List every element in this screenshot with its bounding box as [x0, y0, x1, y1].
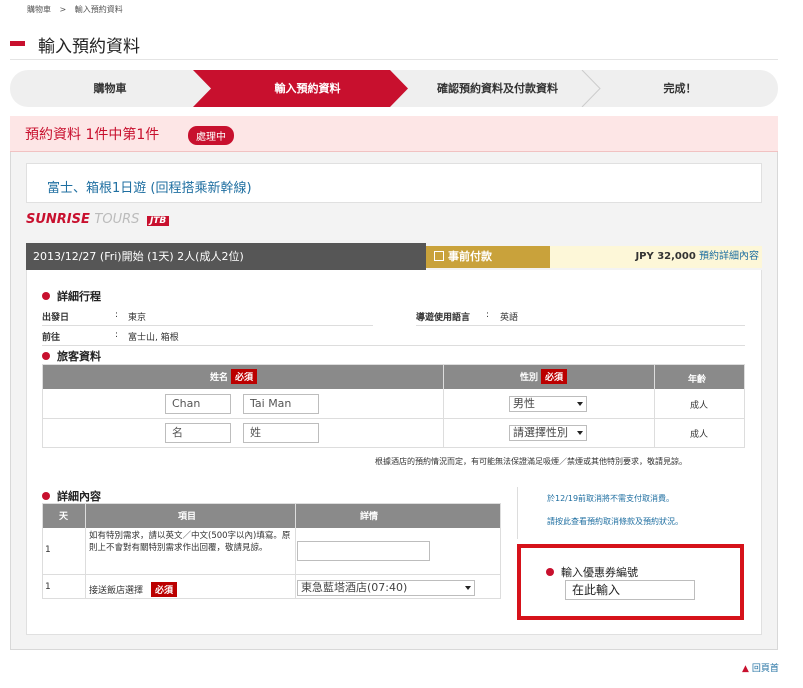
breadcrumb-current: 輸入預約資料	[74, 5, 123, 14]
step-confirm-payment: 確認預約資料及付款資料	[437, 82, 558, 95]
title-marker	[10, 41, 25, 46]
breadcrumb: 購物車 > 輸入預約資料	[27, 4, 129, 15]
hotel-request-note: 根據酒店的預約情況而定，有可能無法保證滿足吸煙／禁煙或其他特別要求，敬請見諒。	[375, 457, 687, 466]
step-cart: 購物車	[93, 82, 127, 95]
depart-label: 出發日	[42, 313, 70, 323]
row-divider	[43, 418, 744, 419]
column-divider	[295, 504, 296, 598]
guide-language-value: 英語	[500, 313, 519, 323]
col-age: 年齡	[688, 375, 707, 385]
col-name-label: 姓名	[210, 373, 229, 383]
destination-label: 前往	[42, 333, 61, 343]
payment-icon	[434, 251, 444, 261]
pickup-hotel-select-value: 東急藍塔酒店(07:40)	[301, 581, 408, 594]
col-gender: 性別 必須	[520, 369, 568, 384]
age-1: 成人	[690, 401, 709, 411]
logo-text-jtb: JTB	[146, 216, 170, 226]
cancellation-note: 於12/19前取消將不需支付取消費。	[547, 494, 675, 503]
guide-language-label: 導遊使用語言	[416, 313, 471, 323]
back-to-top-text: 回頁首	[751, 664, 779, 674]
itinerary-heading-text: 詳細行程	[57, 290, 101, 303]
depart-colon: :	[115, 310, 119, 320]
bullet-icon	[546, 568, 554, 576]
pickup-hotel-label: 接送飯店選擇 必須	[89, 582, 178, 597]
column-divider	[443, 365, 444, 447]
detail-day-1: 1	[45, 545, 51, 555]
details-heading-text: 詳細內容	[57, 490, 101, 503]
pickup-hotel-select[interactable]: 東急藍塔酒店(07:40)	[297, 580, 475, 596]
status-badge: 處理中	[188, 126, 234, 145]
dropdown-arrow-icon	[577, 402, 583, 406]
dropdown-arrow-icon	[465, 586, 471, 590]
logo-text-sunrise: SUNRISE	[26, 212, 90, 227]
guide-colon: :	[486, 310, 490, 320]
first-name-input-2[interactable]: 名	[165, 423, 231, 443]
first-name-input-1[interactable]: Chan	[165, 394, 231, 414]
col-day: 天	[59, 512, 69, 522]
required-badge: 必須	[231, 369, 258, 384]
pickup-hotel-label-text: 接送飯店選擇	[89, 586, 144, 596]
gender-select-1-value: 男性	[513, 397, 535, 410]
age-2: 成人	[690, 430, 709, 440]
payment-type: 事前付款	[426, 246, 550, 268]
gender-select-2[interactable]: 請選擇性別	[509, 425, 587, 441]
reservation-detail-link[interactable]: 預約詳細內容	[699, 251, 759, 262]
special-request-label: 如有特別需求，請以英文／中文(500字以內)填寫。原則上不會對有關特別需求作出回…	[89, 531, 291, 553]
destination-colon: :	[115, 330, 119, 340]
row-divider	[43, 574, 500, 575]
col-detail: 詳情	[360, 512, 379, 522]
up-arrow-icon: ▲	[742, 664, 749, 674]
gender-select-2-value: 請選擇性別	[513, 426, 568, 439]
col-name: 姓名 必須	[210, 369, 258, 384]
travelers-heading-text: 旅客資料	[57, 350, 101, 363]
reservation-title: 預約資料 1件中第1件	[25, 127, 160, 143]
payment-type-label: 事前付款	[448, 250, 492, 263]
booking-summary: 2013/12/27 (Fri)開始 (1天) 2人(成人2位)	[26, 243, 426, 270]
column-divider	[654, 365, 655, 447]
breadcrumb-link-cart[interactable]: 購物車	[27, 5, 51, 14]
col-item: 項目	[178, 512, 197, 522]
breadcrumb-separator: >	[59, 5, 67, 14]
tour-name: 富士、箱根1日遊 (回程搭乘新幹線)	[47, 181, 252, 196]
required-badge: 必須	[151, 582, 178, 597]
cancellation-terms-link[interactable]: 請按此查看預約取消條款及預約狀況。	[547, 516, 683, 527]
coupon-label: 輸入優惠券編號	[546, 564, 638, 580]
last-name-input-1[interactable]: Tai Man	[243, 394, 319, 414]
travelers-table-header	[43, 365, 744, 389]
dropdown-arrow-icon	[577, 431, 583, 435]
page-title: 輸入預約資料	[38, 37, 140, 57]
detail-day-2: 1	[45, 582, 51, 592]
destination-value: 富士山, 箱根	[128, 333, 179, 343]
required-badge: 必須	[541, 369, 568, 384]
details-table-header	[43, 504, 500, 528]
travelers-table	[42, 364, 745, 448]
divider	[42, 345, 745, 346]
divider	[42, 325, 373, 326]
column-divider	[85, 504, 86, 598]
price-bar: JPY 32,000 預約詳細內容	[550, 246, 762, 268]
last-name-input-2[interactable]: 姓	[243, 423, 319, 443]
sunrise-tours-logo: SUNRISE TOURS JTB	[26, 212, 170, 227]
coupon-input[interactable]: 在此輸入	[565, 580, 695, 600]
total-price: JPY 32,000	[635, 251, 696, 262]
depart-value: 東京	[128, 313, 147, 323]
special-request-input[interactable]	[297, 541, 430, 561]
itinerary-heading: 詳細行程	[42, 288, 101, 304]
bullet-icon	[42, 352, 50, 360]
details-heading: 詳細內容	[42, 488, 101, 504]
step-complete: 完成！	[663, 82, 697, 95]
back-to-top-link[interactable]: ▲ 回頁首	[742, 661, 779, 674]
gender-select-1[interactable]: 男性	[509, 396, 587, 412]
progress-steps: 購物車 輸入預約資料 確認預約資料及付款資料 完成！	[10, 70, 778, 107]
logo-text-tours: TOURS	[94, 212, 140, 227]
bullet-icon	[42, 492, 50, 500]
coupon-label-text: 輸入優惠券編號	[561, 566, 638, 579]
divider	[416, 325, 745, 326]
col-gender-label: 性別	[520, 373, 539, 383]
step-input-reservation: 輸入預約資料	[274, 82, 341, 95]
side-divider	[517, 487, 518, 539]
bullet-icon	[42, 292, 50, 300]
travelers-heading: 旅客資料	[42, 348, 101, 364]
